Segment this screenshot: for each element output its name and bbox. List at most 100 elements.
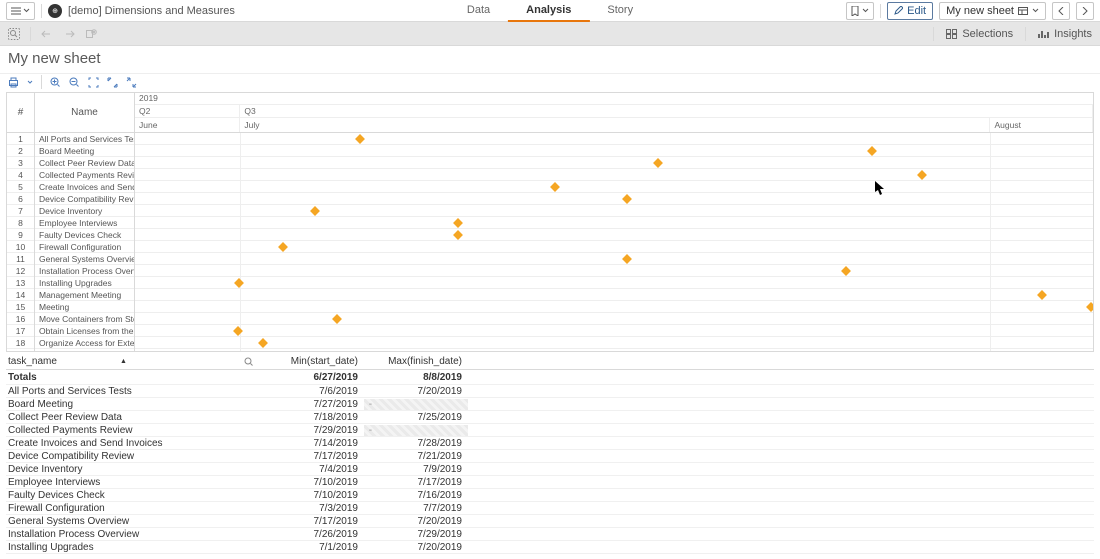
tab-analysis[interactable]: Analysis [508,0,589,22]
zoom-in-icon[interactable] [50,77,61,88]
row-name[interactable]: Installation Process Overview [35,265,134,277]
expand-icon[interactable] [107,77,118,88]
row-name[interactable]: Collect Peer Review Data [35,157,134,169]
row-name[interactable]: General Systems Overview [35,253,134,265]
table-row[interactable]: Installing Upgrades7/1/20197/20/2019 [6,541,1094,554]
gantt-bar-row[interactable] [135,205,1093,217]
gantt-bar-row[interactable] [135,229,1093,241]
table-row[interactable]: Device Compatibility Review7/17/20197/21… [6,450,1094,463]
table-row[interactable]: General Systems Overview7/17/20197/20/20… [6,515,1094,528]
gantt-timeline[interactable]: 2019 Q2 Q3 June July August [135,93,1093,351]
chevron-down-icon[interactable] [27,80,33,84]
row-name[interactable]: All Ports and Services Tests [35,133,134,145]
bookmark-dropdown[interactable] [846,2,874,20]
milestone-diamond[interactable] [258,338,268,348]
gantt-bar-row[interactable] [135,337,1093,349]
step-back-icon[interactable] [41,29,53,39]
row-name[interactable]: Employee Interviews [35,217,134,229]
gantt-bar-row[interactable] [135,313,1093,325]
row-name[interactable]: Collected Payments Review [35,169,134,181]
milestone-diamond[interactable] [622,194,632,204]
row-name[interactable]: Board Meeting [35,145,134,157]
milestone-diamond[interactable] [310,206,320,216]
zoom-out-icon[interactable] [69,77,80,88]
row-name[interactable]: Move Containers from Storage Facility [35,313,134,325]
table-row[interactable]: Board Meeting7/27/2019 - [6,398,1094,411]
gantt-bar-row[interactable] [135,265,1093,277]
gantt-bar-row[interactable] [135,169,1093,181]
row-name[interactable]: Meeting [35,301,134,313]
table-row[interactable]: Create Invoices and Send Invoices7/14/20… [6,437,1094,450]
milestone-diamond[interactable] [453,230,463,240]
gantt-bar-row[interactable] [135,133,1093,145]
table-row[interactable]: Collect Peer Review Data7/18/20197/25/20… [6,411,1094,424]
row-name[interactable]: Obtain Licenses from the Vendor [35,325,134,337]
milestone-diamond[interactable] [234,278,244,288]
row-name[interactable]: Faulty Devices Check [35,229,134,241]
tab-data[interactable]: Data [449,0,508,22]
gantt-bar-row[interactable] [135,289,1093,301]
table-row[interactable]: Faulty Devices Check7/10/20197/16/2019 [6,489,1094,502]
gantt-bar-row[interactable] [135,253,1093,265]
row-name[interactable]: Device Compatibility Review [35,193,134,205]
row-name[interactable]: Installing Upgrades [35,277,134,289]
table-row[interactable]: Employee Interviews7/10/20197/17/2019 [6,476,1094,489]
collapse-icon[interactable] [126,77,137,88]
gantt-bar-row[interactable] [135,157,1093,169]
table-header-max[interactable]: Max(finish_date) [364,356,468,367]
smart-search-icon[interactable] [8,28,20,40]
print-icon[interactable] [8,77,19,88]
zoom-fit-icon[interactable] [88,77,99,88]
sheet-selector[interactable]: My new sheet [939,2,1046,20]
milestone-diamond[interactable] [233,326,243,336]
tab-story[interactable]: Story [589,0,651,22]
gantt-bar-row[interactable] [135,241,1093,253]
milestone-diamond[interactable] [550,182,560,192]
gantt-bar-row[interactable] [135,145,1093,157]
milestone-diamond[interactable] [841,266,851,276]
row-number: 15 [7,301,34,313]
gantt-bar-row[interactable] [135,181,1093,193]
table-header-min[interactable]: Min(start_date) [260,356,364,367]
next-sheet-button[interactable] [1076,2,1094,20]
cell-task: Employee Interviews [6,477,260,488]
table-row[interactable]: Device Inventory7/4/20197/9/2019 [6,463,1094,476]
insights-tool[interactable]: Insights [1038,28,1092,40]
table-header-task[interactable]: task_name ▲ [6,356,260,367]
milestone-diamond[interactable] [279,242,289,252]
milestone-diamond[interactable] [917,170,927,180]
table-row[interactable]: All Ports and Services Tests7/6/20197/20… [6,385,1094,398]
row-name[interactable]: Device Inventory [35,205,134,217]
menu-button[interactable] [6,2,35,20]
milestone-diamond[interactable] [453,218,463,228]
row-name[interactable]: Firewall Configuration [35,241,134,253]
table-row[interactable]: Installation Process Overview7/26/20197/… [6,528,1094,541]
prev-sheet-button[interactable] [1052,2,1070,20]
milestone-diamond[interactable] [332,314,342,324]
milestone-diamond[interactable] [653,158,663,168]
table-row[interactable]: Collected Payments Review7/29/2019 - [6,424,1094,437]
cell-task: Installation Process Overview [6,529,260,540]
cell-max: 7/25/2019 [364,412,468,423]
row-name[interactable]: Management Meeting [35,289,134,301]
row-name[interactable]: Create Invoices and Send Invoices [35,181,134,193]
selections-tool[interactable]: Selections [946,28,1013,40]
gantt-bar-row[interactable] [135,193,1093,205]
gantt-bar-row[interactable] [135,301,1093,313]
totals-max: 8/8/2019 [364,372,468,383]
gantt-bar-row[interactable] [135,325,1093,337]
table-row[interactable]: Firewall Configuration7/3/20197/7/2019 [6,502,1094,515]
gantt-bar-row[interactable] [135,217,1093,229]
step-forward-icon[interactable] [63,29,75,39]
milestone-diamond[interactable] [1037,290,1047,300]
cell-max: - [364,399,468,410]
milestone-diamond[interactable] [355,134,365,144]
milestone-diamond[interactable] [1086,302,1093,312]
search-icon[interactable] [244,357,254,367]
milestone-diamond[interactable] [867,146,877,156]
gantt-bar-row[interactable] [135,277,1093,289]
row-name[interactable]: Organize Access for External Audit Team [35,337,134,349]
edit-button[interactable]: Edit [887,2,933,20]
clear-selections-icon[interactable] [85,29,97,39]
milestone-diamond[interactable] [622,254,632,264]
